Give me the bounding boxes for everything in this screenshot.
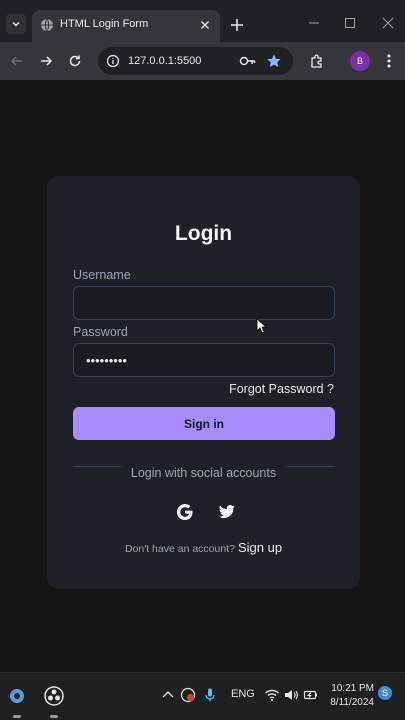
taskbar-indicator xyxy=(13,715,21,718)
twitter-icon[interactable] xyxy=(217,502,237,522)
site-info-icon[interactable] xyxy=(106,54,120,68)
close-tab-icon[interactable] xyxy=(198,18,212,32)
address-bar[interactable]: 127.0.0.1:5500 xyxy=(98,47,293,75)
tab-list-button[interactable] xyxy=(6,14,26,34)
volume-icon[interactable] xyxy=(283,687,299,703)
no-account-text: Don't have an account? xyxy=(124,543,235,555)
maximize-icon[interactable] xyxy=(343,16,357,30)
tab-strip: HTML Login Form xyxy=(0,0,405,42)
tab-title: HTML Login Form xyxy=(60,18,149,30)
clock-time: 10:21 PM xyxy=(331,683,374,694)
language-indicator[interactable]: ENG xyxy=(231,688,255,700)
mouse-cursor-icon xyxy=(256,318,266,334)
sign-up-link[interactable]: Sign up xyxy=(238,540,282,555)
obs-studio-icon[interactable] xyxy=(43,685,65,707)
recording-icon[interactable] xyxy=(180,687,196,703)
microphone-icon[interactable] xyxy=(202,687,218,703)
new-tab-icon[interactable] xyxy=(228,16,246,34)
chevron-down-icon xyxy=(12,22,20,27)
forward-icon[interactable] xyxy=(37,52,55,70)
signup-row: Don't have an account? Sign up xyxy=(47,540,360,555)
google-icon[interactable] xyxy=(175,502,195,522)
username-label: Username xyxy=(73,268,131,282)
username-input[interactable] xyxy=(73,286,335,320)
browser-chrome: HTML Login Form 127.0.0.1:5500 B xyxy=(0,0,405,80)
wifi-icon[interactable] xyxy=(264,687,280,703)
settings-gear-icon[interactable] xyxy=(6,685,28,707)
globe-icon xyxy=(41,18,53,32)
bookmark-star-icon[interactable] xyxy=(266,53,282,69)
extensions-icon[interactable] xyxy=(308,52,326,70)
system-clock[interactable]: 10:21 PM 8/11/2024 xyxy=(330,682,374,710)
sign-in-button[interactable]: Sign in xyxy=(73,407,335,440)
password-label: Password xyxy=(73,325,128,339)
battery-charging-icon[interactable] xyxy=(303,687,319,703)
password-input[interactable]: ••••••••• xyxy=(73,343,335,377)
forgot-password-link[interactable]: Forgot Password ? xyxy=(229,382,334,396)
login-card: Login Username Password ••••••••• Forgot… xyxy=(47,176,360,589)
back-icon[interactable] xyxy=(8,52,26,70)
notification-badge[interactable]: S xyxy=(378,686,392,700)
close-window-icon[interactable] xyxy=(381,16,395,30)
taskbar-indicator xyxy=(50,715,58,718)
more-menu-icon[interactable] xyxy=(382,52,396,70)
social-login-text: Login with social accounts xyxy=(130,466,277,480)
url-text: 127.0.0.1:5500 xyxy=(128,55,202,67)
chevron-up-icon[interactable] xyxy=(160,687,176,703)
minimize-icon[interactable] xyxy=(307,16,321,30)
browser-toolbar: 127.0.0.1:5500 B xyxy=(0,42,405,80)
page-viewport: Login Username Password ••••••••• Forgot… xyxy=(0,80,405,672)
reload-icon[interactable] xyxy=(66,52,84,70)
tab-active[interactable]: HTML Login Form xyxy=(32,10,220,42)
profile-avatar[interactable]: B xyxy=(350,51,370,71)
clock-date: 8/11/2024 xyxy=(330,697,374,708)
windows-taskbar: ENG 10:21 PM 8/11/2024 S xyxy=(0,672,405,720)
login-title: Login xyxy=(174,222,233,245)
password-key-icon[interactable] xyxy=(239,54,257,68)
